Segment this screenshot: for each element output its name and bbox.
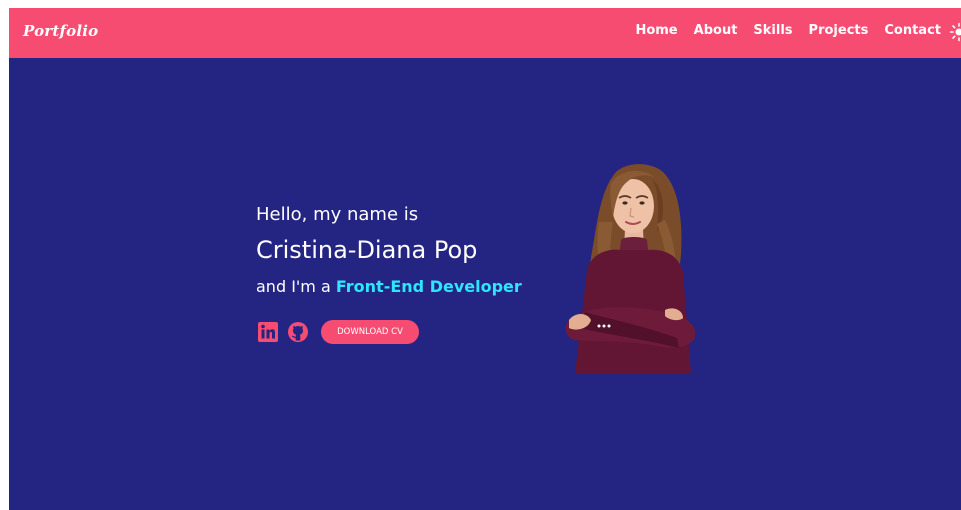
hero-section: Hello, my name is Cristina-Diana Pop and… [9,58,961,510]
theme-toggle-button[interactable] [949,22,961,42]
hero-role-line: and I'm a Front-End Developer [256,277,522,296]
github-link[interactable] [287,321,309,343]
nav-link-skills[interactable]: Skills [753,23,792,38]
nav-link-contact[interactable]: Contact [884,23,941,38]
navbar: Portfolio Home About Skills Projects Con… [9,8,961,58]
brand-logo[interactable]: Portfolio [23,22,98,40]
nav-link-about[interactable]: About [694,23,738,38]
hero-role: Front-End Developer [335,277,522,296]
nav-link-projects[interactable]: Projects [809,23,869,38]
sun-icon [949,22,961,42]
linkedin-link[interactable] [257,321,279,343]
hero-role-prefix: and I'm a [256,277,331,296]
github-icon [288,322,308,342]
hero-name: Cristina-Diana Pop [256,236,478,264]
hero-greeting: Hello, my name is [256,204,419,225]
profile-photo [565,164,696,374]
linkedin-icon [258,322,278,342]
page-frame: Portfolio Home About Skills Projects Con… [9,8,961,510]
social-links: DOWNLOAD CV [257,320,419,344]
nav-links: Home About Skills Projects Contact [635,23,941,38]
download-cv-button[interactable]: DOWNLOAD CV [321,320,419,344]
nav-link-home[interactable]: Home [635,23,677,38]
